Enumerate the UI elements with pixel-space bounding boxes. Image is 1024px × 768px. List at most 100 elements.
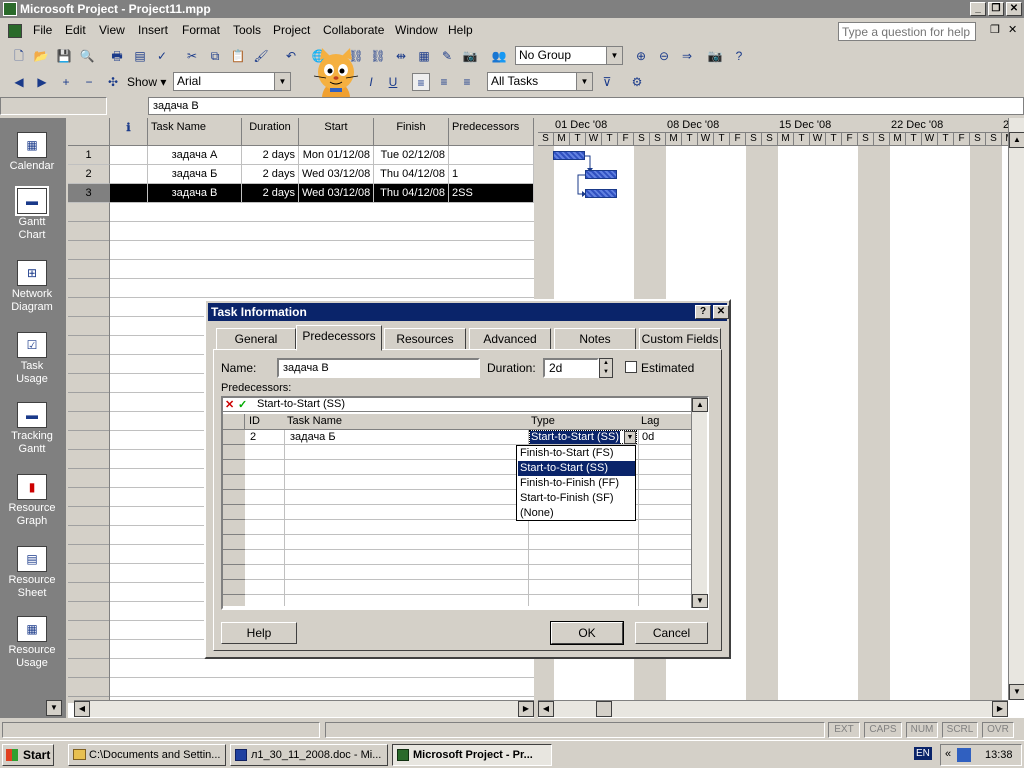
task-name-cell[interactable]: задача Б	[148, 165, 242, 184]
doc-icon[interactable]	[8, 24, 22, 38]
view-task-usage[interactable]: ☑ Task Usage	[0, 332, 64, 386]
predecessors-cell[interactable]: 1	[449, 165, 534, 184]
zoom-in-icon[interactable]: ⊕	[632, 47, 650, 65]
table-row[interactable]: 2 задача Б 2 days Wed 03/12/08 Thu 04/12…	[68, 165, 534, 184]
type-option-sf[interactable]: Start-to-Finish (SF)	[518, 491, 635, 506]
scroll-left-icon[interactable]: ◀	[538, 701, 554, 717]
taskbar-explorer[interactable]: C:\Documents and Settin...	[68, 744, 226, 766]
language-indicator[interactable]: EN	[914, 747, 932, 760]
menu-project[interactable]: Project	[273, 23, 310, 37]
menu-insert[interactable]: Insert	[138, 23, 168, 37]
finish-cell[interactable]: Thu 04/12/08	[374, 165, 449, 184]
grid-vscroll[interactable]: ▲ ▼	[691, 398, 708, 608]
duration-cell[interactable]: 2 days	[242, 184, 299, 203]
task-name-cell[interactable]: задача В	[148, 184, 242, 203]
taskbar-word[interactable]: л1_30_11_2008.doc - Mi...	[230, 744, 388, 766]
table-row-selected[interactable]: 3 задача В 2 days Wed 03/12/08 Thu 04/12…	[68, 184, 534, 203]
cancel-button[interactable]: Cancel	[635, 622, 708, 644]
duration-cell[interactable]: 2 days	[242, 165, 299, 184]
type-option-ff[interactable]: Finish-to-Finish (FF)	[518, 476, 635, 491]
scroll-down-icon[interactable]: ▼	[1009, 684, 1024, 700]
menu-edit[interactable]: Edit	[65, 23, 86, 37]
dialog-help-icon[interactable]: ?	[695, 305, 711, 319]
row-id[interactable]: 3	[68, 184, 110, 203]
tab-custom-fields[interactable]: Custom Fields	[639, 328, 721, 350]
new-icon[interactable]: 🗋	[10, 47, 28, 65]
autofilter-icon[interactable]: ⊽	[598, 73, 616, 91]
view-bar-scroll-down[interactable]: ▼	[46, 700, 62, 716]
show-subtasks-icon[interactable]: ✣	[104, 73, 122, 91]
show-button[interactable]: Show ▾	[127, 75, 166, 89]
pred-lag-cell[interactable]: 0d	[642, 431, 654, 443]
open-icon[interactable]: 📂	[32, 47, 50, 65]
align-center-icon[interactable]: ≡	[435, 73, 453, 91]
zoom-out-icon[interactable]: ⊖	[655, 47, 673, 65]
save-icon[interactable]: 💾	[55, 47, 73, 65]
tab-advanced[interactable]: Advanced	[469, 328, 551, 350]
taskbar-project[interactable]: Microsoft Project - Pr...	[392, 744, 552, 766]
select-all-corner[interactable]	[68, 118, 110, 146]
clock[interactable]: 13:38	[985, 749, 1013, 761]
tray-arrows-icon[interactable]: «	[945, 748, 951, 760]
estimated-checkbox[interactable]	[625, 361, 637, 373]
preview-icon[interactable]: ▤	[131, 47, 149, 65]
split-task-icon[interactable]: ⇹	[392, 47, 410, 65]
row-id[interactable]: 1	[68, 146, 110, 165]
menu-window[interactable]: Window	[395, 23, 438, 37]
pred-type-cell[interactable]: Start-to-Start (SS) ▼	[529, 430, 637, 444]
gantt-hscroll[interactable]: ◀ ▶	[538, 700, 1008, 717]
arrow-left-icon[interactable]: ◀	[10, 73, 28, 91]
view-resource-sheet[interactable]: ▤ Resource Sheet	[0, 546, 64, 600]
scroll-left-icon[interactable]: ◀	[74, 701, 90, 717]
scroll-up-icon[interactable]: ▲	[1009, 132, 1024, 148]
scroll-right-icon[interactable]: ▶	[518, 701, 534, 717]
copy-icon[interactable]: ⧉	[206, 47, 224, 65]
start-cell[interactable]: Wed 03/12/08	[299, 165, 374, 184]
view-gantt-chart[interactable]: ▬ Gantt Chart	[0, 186, 64, 242]
menu-view[interactable]: View	[99, 23, 125, 37]
dialog-close-icon[interactable]: ✕	[713, 305, 729, 319]
scroll-thumb[interactable]	[596, 701, 612, 717]
scroll-right-icon[interactable]: ▶	[992, 701, 1008, 717]
gantt-wizard-icon[interactable]: ⚙	[628, 73, 646, 91]
font-select[interactable]: Arial ▼	[173, 72, 291, 91]
type-option-none[interactable]: (None)	[518, 506, 635, 521]
duration-cell[interactable]: 2 days	[242, 146, 299, 165]
underline-icon[interactable]: U	[384, 73, 402, 91]
plus-icon[interactable]: +	[57, 73, 75, 91]
help-button[interactable]: Help	[221, 622, 297, 644]
name-field[interactable]: задача В	[277, 358, 480, 378]
view-resource-usage[interactable]: ▦ Resource Usage	[0, 616, 64, 670]
table-row[interactable]: 1 задача А 2 days Mon 01/12/08 Tue 02/12…	[68, 146, 534, 165]
close-button[interactable]: ✕	[1006, 2, 1022, 16]
col-task-name[interactable]: Task Name	[148, 118, 242, 146]
start-button[interactable]: Start	[2, 744, 54, 766]
view-resource-graph[interactable]: ▮ Resource Graph	[0, 474, 64, 528]
copy-picture-icon[interactable]: 📷	[461, 47, 479, 65]
task-name-cell[interactable]: задача А	[148, 146, 242, 165]
minimize-button[interactable]: _	[970, 2, 986, 16]
align-left-icon[interactable]: ≡	[412, 73, 430, 91]
cut-icon[interactable]: ✂	[183, 47, 201, 65]
entry-bar-input[interactable]: задача В	[148, 97, 1024, 115]
col-predecessors[interactable]: Predecessors	[449, 118, 534, 146]
view-network-diagram[interactable]: ⊞ Network Diagram	[0, 260, 64, 314]
network-icon[interactable]	[957, 748, 971, 762]
view-calendar[interactable]: ▦ Calendar	[0, 132, 64, 173]
start-cell[interactable]: Wed 03/12/08	[299, 184, 374, 203]
menu-tools[interactable]: Tools	[233, 23, 261, 37]
menu-file[interactable]: File	[33, 23, 52, 37]
task-notes-icon[interactable]: ✎	[438, 47, 456, 65]
menu-format[interactable]: Format	[182, 23, 220, 37]
spelling-icon[interactable]: ✓	[153, 47, 171, 65]
group-select[interactable]: No Group ▼	[515, 46, 623, 65]
type-option-fs[interactable]: Finish-to-Start (FS)	[518, 446, 635, 461]
doc-close-icon[interactable]: ✕	[1008, 23, 1017, 36]
pred-id-cell[interactable]: 2	[250, 431, 256, 443]
chevron-down-icon[interactable]: ▼	[624, 431, 636, 444]
start-cell[interactable]: Mon 01/12/08	[299, 146, 374, 165]
tab-resources[interactable]: Resources	[384, 328, 466, 350]
pred-name-cell[interactable]: задача Б	[290, 431, 336, 443]
print-preview-icon[interactable]: 🔍	[78, 47, 96, 65]
cancel-edit-icon[interactable]: ✕	[225, 398, 234, 411]
